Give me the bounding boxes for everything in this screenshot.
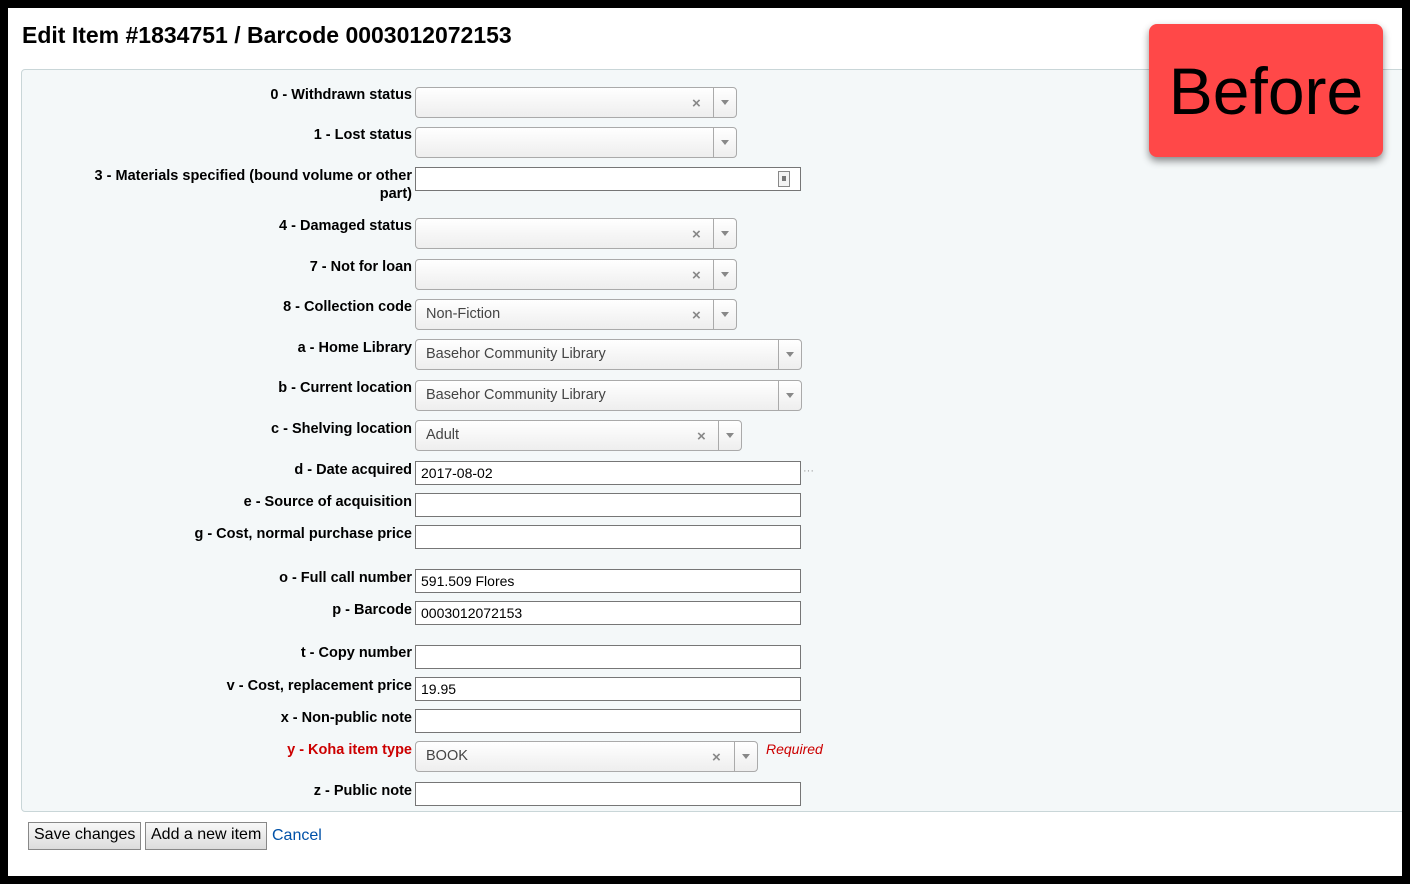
field-label: o - Full call number (279, 570, 412, 586)
date-picker-trigger[interactable]: ··· (803, 465, 814, 477)
field-label: p - Barcode (332, 602, 412, 618)
field-label: g - Cost, normal purchase price (194, 526, 412, 542)
damaged-status-select[interactable]: × (415, 218, 737, 249)
chevron-down-icon[interactable] (713, 88, 736, 117)
clear-icon[interactable]: × (692, 307, 701, 324)
shelving-location-select[interactable]: Adult × (415, 420, 742, 451)
field-label: t - Copy number (300, 645, 412, 661)
full-call-number-input[interactable]: 591.509 Flores (415, 569, 801, 593)
copy-number-input[interactable] (415, 645, 801, 669)
source-of-acquisition-input[interactable] (415, 493, 801, 517)
field-label: c - Shelving location (271, 421, 412, 437)
save-changes-button[interactable]: Save changes (28, 822, 142, 850)
current-location-select[interactable]: Basehor Community Library (415, 380, 802, 411)
withdrawn-status-select[interactable]: × (415, 87, 737, 118)
barcode-input[interactable]: 0003012072153 (415, 601, 801, 625)
file-icon[interactable] (778, 171, 790, 187)
required-note: Required (766, 741, 823, 757)
field-label: 3 - Materials specified (bound volume or… (95, 167, 412, 203)
field-label: v - Cost, replacement price (226, 678, 412, 694)
field-label: 4 - Damaged status (279, 218, 412, 234)
field-label: 0 - Withdrawn status (270, 87, 412, 103)
field-label: a - Home Library (297, 340, 412, 356)
before-badge: Before (1149, 24, 1383, 157)
lost-status-select[interactable] (415, 127, 737, 158)
clear-icon[interactable]: × (712, 749, 721, 766)
field-label: x - Non-public note (280, 710, 412, 726)
koha-item-type-select[interactable]: BOOK × (415, 741, 758, 772)
not-for-loan-select[interactable]: × (415, 259, 737, 290)
field-label: e - Source of acquisition (243, 494, 412, 510)
page: Edit Item #1834751 / Barcode 00030120721… (8, 8, 1402, 876)
chevron-down-icon[interactable] (718, 421, 741, 450)
clear-icon[interactable]: × (692, 95, 701, 112)
select-value: Non-Fiction (426, 306, 501, 322)
field-label: z - Public note (313, 783, 412, 799)
chevron-down-icon[interactable] (713, 219, 736, 248)
edit-item-form: 0 - Withdrawn status × 1 - Lost status 3… (21, 69, 1402, 812)
select-value: BOOK (426, 748, 468, 764)
cancel-link[interactable]: Cancel (272, 827, 322, 845)
field-label-required: y - Koha item type (287, 742, 412, 758)
home-library-select[interactable]: Basehor Community Library (415, 339, 802, 370)
collection-code-select[interactable]: Non-Fiction × (415, 299, 737, 330)
field-label-line: 3 - Materials specified (bound volume or… (94, 168, 412, 184)
clear-icon[interactable]: × (692, 226, 701, 243)
replacement-cost-input[interactable]: 19.95 (415, 677, 801, 701)
chevron-down-icon[interactable] (778, 340, 801, 369)
field-label-line: part) (379, 186, 412, 202)
chevron-down-icon[interactable] (713, 300, 736, 329)
chevron-down-icon[interactable] (713, 260, 736, 289)
chevron-down-icon[interactable] (778, 381, 801, 410)
public-note-input[interactable] (415, 782, 801, 806)
select-value: Basehor Community Library (426, 387, 606, 403)
add-new-item-button[interactable]: Add a new item (145, 822, 268, 850)
page-title: Edit Item #1834751 / Barcode 00030120721… (22, 22, 512, 48)
field-label: 8 - Collection code (283, 299, 412, 315)
date-acquired-input[interactable]: 2017-08-02 (415, 461, 801, 485)
field-label: d - Date acquired (294, 462, 412, 478)
cost-purchase-input[interactable] (415, 525, 801, 549)
chevron-down-icon[interactable] (734, 742, 757, 771)
select-value: Basehor Community Library (426, 346, 606, 362)
clear-icon[interactable]: × (697, 428, 706, 445)
non-public-note-input[interactable] (415, 709, 801, 733)
field-label: 7 - Not for loan (309, 259, 412, 275)
clear-icon[interactable]: × (692, 267, 701, 284)
materials-specified-input[interactable] (415, 167, 801, 191)
field-label: b - Current location (278, 380, 412, 396)
field-label: 1 - Lost status (313, 127, 412, 143)
select-value: Adult (426, 427, 460, 443)
chevron-down-icon[interactable] (713, 128, 736, 157)
